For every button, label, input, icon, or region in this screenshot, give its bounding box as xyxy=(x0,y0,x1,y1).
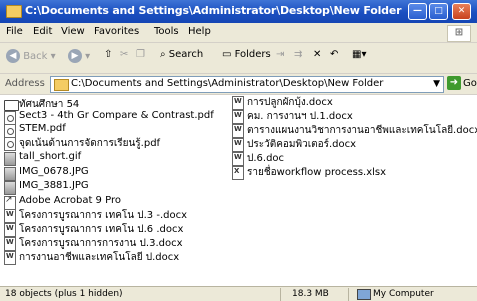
search-button[interactable]: ⌕ Search xyxy=(160,49,203,60)
file-name: โครงการบูรณาการการงาน ป.3.docx xyxy=(19,238,183,249)
pdf-icon xyxy=(4,137,16,151)
word-doc-icon xyxy=(4,237,16,251)
file-name: การงานอาชีพและเทคโนโลยี ป.docx xyxy=(19,252,180,263)
excel-icon xyxy=(232,166,244,180)
search-label: Search xyxy=(168,49,204,60)
word-doc-icon xyxy=(4,223,16,237)
status-divider xyxy=(280,288,281,301)
image-icon xyxy=(4,181,16,195)
go-arrow-icon[interactable]: ➜ xyxy=(447,76,461,90)
title-bar[interactable]: C:\Documents and Settings\Administrator\… xyxy=(0,0,477,23)
folder-icon xyxy=(54,79,69,91)
file-name: IMG_3881.JPG xyxy=(19,180,89,191)
maximize-button[interactable]: □ xyxy=(429,3,448,20)
status-object-count: 18 objects (plus 1 hidden) xyxy=(5,289,123,299)
file-list: ทัศนศึกษา 54 Sect3 - 4th Gr Compare & Co… xyxy=(0,95,477,286)
file-name: Sect3 - 4th Gr Compare & Contrast.pdf xyxy=(19,110,214,121)
address-label: Address xyxy=(5,78,45,89)
folders-button[interactable]: ▭ Folders xyxy=(222,49,271,60)
undo-icon[interactable]: ↶ xyxy=(330,49,338,60)
forward-arrow-icon: ▶ xyxy=(68,49,82,63)
address-value: C:\Documents and Settings\Administrator\… xyxy=(71,78,384,89)
folders-icon: ▭ xyxy=(222,49,232,60)
up-folder-icon[interactable]: ⇧ xyxy=(104,49,112,60)
file-name: Adobe Acrobat 9 Pro xyxy=(19,195,121,206)
word-doc-icon xyxy=(232,124,244,138)
back-arrow-icon: ◀ xyxy=(6,49,20,63)
menu-bar: File Edit View Favorites Tools Help ⊞ xyxy=(0,23,477,43)
copy-to-icon[interactable]: ⇉ xyxy=(294,49,302,60)
menu-file[interactable]: File xyxy=(6,26,23,37)
move-to-icon[interactable]: ⇥ xyxy=(276,49,284,60)
cut-icon[interactable]: ✂ xyxy=(120,49,128,60)
go-button[interactable]: Go xyxy=(463,78,477,89)
status-location: My Computer xyxy=(373,289,434,299)
address-input[interactable]: C:\Documents and Settings\Administrator\… xyxy=(50,76,444,93)
file-name: โครงการบูรณาการ เทคโน ป.3 -.docx xyxy=(19,210,188,221)
word-doc-icon xyxy=(4,251,16,265)
menu-view[interactable]: View xyxy=(61,26,85,37)
file-name: จุดเน้นด้านการจัดการเรียนรู้.pdf xyxy=(19,138,161,149)
file-name: ประวัติคอมพิวเตอร์.docx xyxy=(247,139,357,150)
copy-icon[interactable]: ❐ xyxy=(136,49,145,60)
folder-icon xyxy=(4,100,19,111)
folders-label: Folders xyxy=(234,49,271,60)
file-name: รายชื่อworkflow process.xlsx xyxy=(247,167,387,178)
file-name: ตารางแผนงานวิชาการงานอาชีพและเทคโนโลยี.d… xyxy=(247,125,477,136)
pdf-icon xyxy=(4,124,16,138)
status-bar: 18 objects (plus 1 hidden) 18.3 MB My Co… xyxy=(0,286,477,301)
file-name: IMG_0678.JPG xyxy=(19,166,89,177)
windows-logo-icon: ⊞ xyxy=(447,25,471,42)
status-size: 18.3 MB xyxy=(292,289,329,299)
search-icon: ⌕ xyxy=(160,49,166,60)
back-label: Back xyxy=(23,51,48,62)
folder-icon xyxy=(6,5,22,18)
word-doc-icon xyxy=(232,96,244,110)
toolbar: ◀ Back ▾ ▶ ▾ ⇧ ✂ ❐ ⌕ Search ▭ Folders ⇥ … xyxy=(0,43,477,74)
word-doc-icon xyxy=(232,152,244,166)
delete-icon[interactable]: ✕ xyxy=(313,49,321,60)
forward-button[interactable]: ▶ ▾ xyxy=(68,49,90,63)
image-icon xyxy=(4,167,16,181)
word-doc-icon xyxy=(232,138,244,152)
word-doc-icon xyxy=(4,209,16,223)
my-computer-icon xyxy=(357,289,371,300)
shortcut-icon xyxy=(4,195,16,210)
menu-tools[interactable]: Tools xyxy=(154,26,179,37)
file-name: tall_short.gif xyxy=(19,151,82,162)
window-title: C:\Documents and Settings\Administrator\… xyxy=(25,4,402,17)
menu-edit[interactable]: Edit xyxy=(33,26,52,37)
close-button[interactable]: ✕ xyxy=(452,3,471,20)
word-doc-icon xyxy=(232,110,244,124)
status-divider xyxy=(348,288,349,301)
views-icon[interactable]: ▦▾ xyxy=(352,49,366,60)
menu-favorites[interactable]: Favorites xyxy=(94,26,139,37)
file-name: ป.6.doc xyxy=(247,153,285,164)
back-button[interactable]: ◀ Back ▾ xyxy=(6,49,56,63)
image-icon xyxy=(4,152,16,166)
file-name: โครงการบูรณาการ เทคโน ป.6 .docx xyxy=(19,224,184,235)
file-name: STEM.pdf xyxy=(19,123,66,134)
menu-help[interactable]: Help xyxy=(188,26,211,37)
dropdown-icon[interactable]: ▼ xyxy=(433,79,440,89)
minimize-button[interactable]: — xyxy=(408,3,427,20)
file-name: การปลูกผักบุ้ง.docx xyxy=(247,97,333,108)
file-name: คม. การงานฯ ป.1.docx xyxy=(247,111,353,122)
address-bar: Address C:\Documents and Settings\Admini… xyxy=(0,74,477,95)
explorer-window: C:\Documents and Settings\Administrator\… xyxy=(0,0,477,301)
pdf-icon xyxy=(4,111,16,125)
